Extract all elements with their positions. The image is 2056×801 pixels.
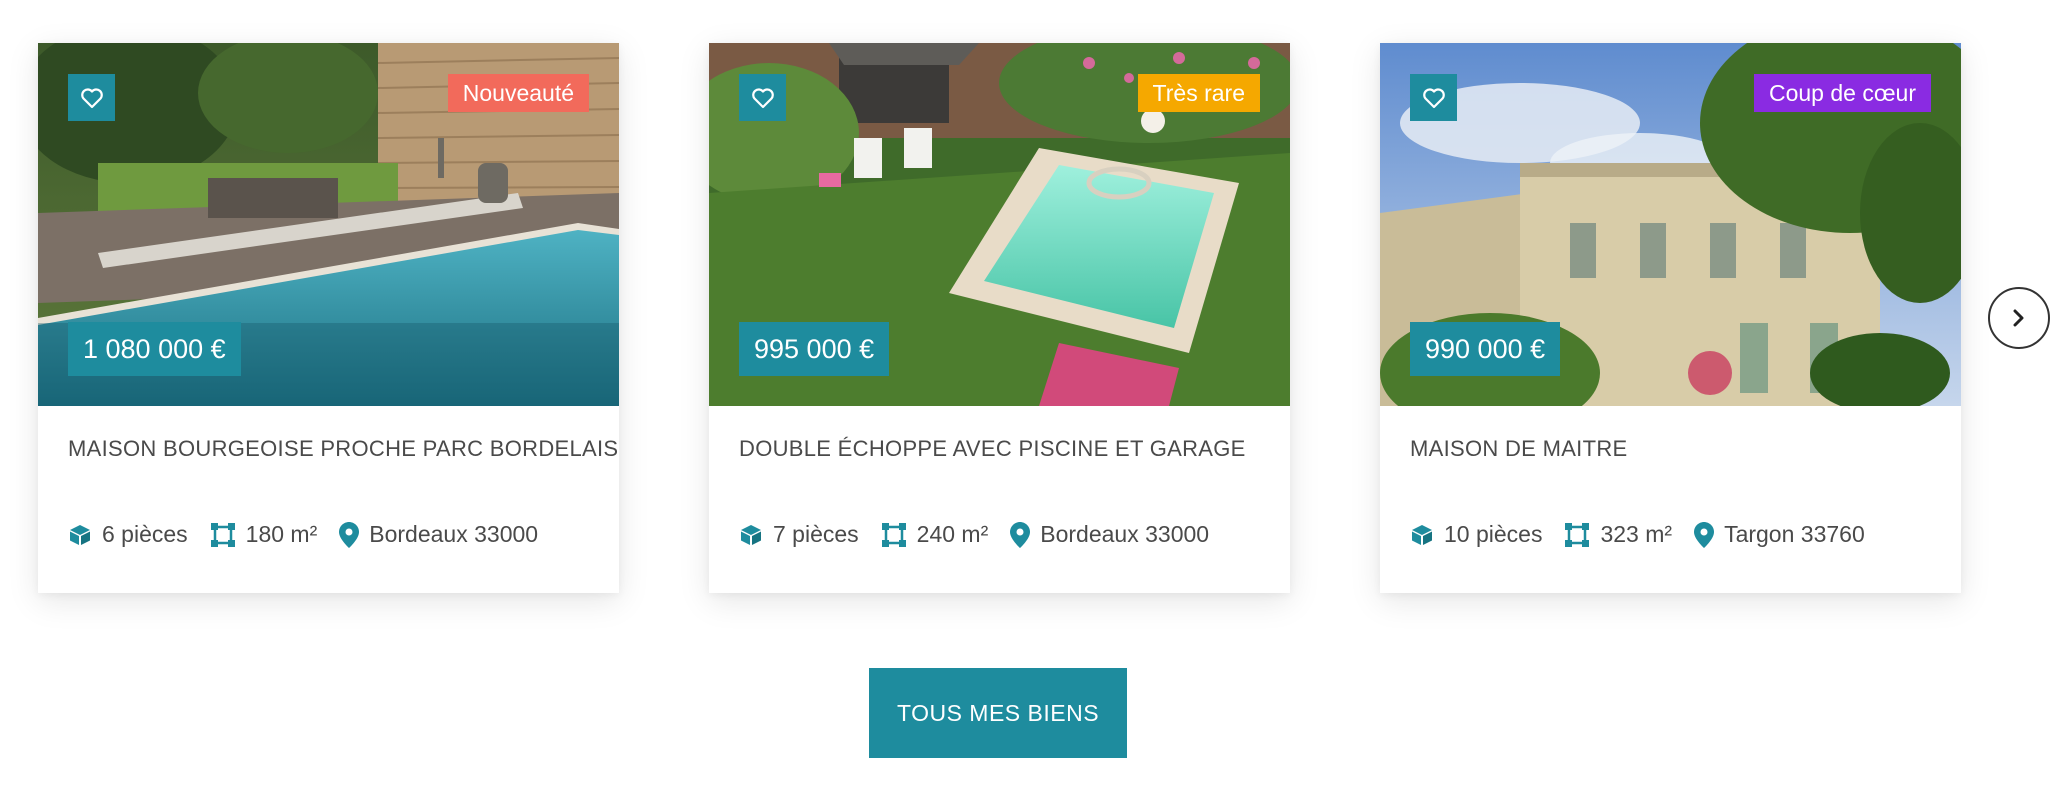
chevron-right-icon (2013, 309, 2024, 327)
listing-features: 7 pièces 240 m² Bordeaux 33000 (739, 521, 1231, 548)
listing-features: 10 pièces 323 m² Targon 33760 (1410, 521, 1887, 548)
area-feature: 240 m² (881, 521, 989, 548)
map-pin-icon (1694, 521, 1715, 548)
rooms-label: 6 pièces (102, 521, 188, 547)
location-feature: Bordeaux 33000 (339, 521, 538, 548)
area-feature: 180 m² (210, 521, 318, 548)
status-badge: Très rare (1137, 74, 1260, 112)
surface-icon (881, 522, 906, 547)
location-label: Targon 33760 (1724, 521, 1865, 547)
favorite-button[interactable] (739, 74, 786, 121)
status-badge: Nouveauté (447, 74, 589, 112)
listings-carousel: Nouveauté 1 080 000 € MAISON BOURGEOISE … (0, 0, 2056, 640)
cube-icon (1412, 524, 1432, 545)
area-feature: 323 m² (1564, 521, 1672, 548)
favorite-button[interactable] (1410, 74, 1457, 121)
location-feature: Targon 33760 (1694, 521, 1865, 548)
location-label: Bordeaux 33000 (1040, 521, 1210, 547)
location-feature: Bordeaux 33000 (1010, 521, 1209, 548)
map-pin-icon (339, 521, 360, 548)
area-label: 240 m² (916, 521, 989, 547)
location-label: Bordeaux 33000 (369, 521, 539, 547)
listing-title[interactable]: MAISON DE MAITRE (1410, 436, 1627, 462)
listing-title[interactable]: MAISON BOURGEOISE PROCHE PARC BORDELAIS (68, 436, 618, 462)
rooms-feature: 6 pièces (68, 521, 188, 548)
listing-card[interactable]: Nouveauté 1 080 000 € MAISON BOURGEOISE … (38, 43, 619, 593)
heart-icon (751, 87, 774, 108)
all-listings-button[interactable]: TOUS MES BIENS (869, 668, 1127, 758)
rooms-label: 10 pièces (1444, 521, 1543, 547)
heart-icon (1422, 87, 1445, 108)
surface-icon (210, 522, 235, 547)
heart-icon (80, 87, 103, 108)
surface-icon (1565, 522, 1590, 547)
status-badge: Coup de cœur (1753, 74, 1931, 112)
rooms-feature: 10 pièces (1410, 521, 1542, 548)
listing-price: 990 000 € (1410, 322, 1561, 376)
rooms-feature: 7 pièces (739, 521, 859, 548)
rooms-label: 7 pièces (773, 521, 859, 547)
cube-icon (741, 524, 761, 545)
listing-card[interactable]: Très rare 995 000 € DOUBLE ÉCHOPPE AVEC … (709, 43, 1290, 593)
area-label: 180 m² (245, 521, 318, 547)
listing-price: 1 080 000 € (68, 322, 241, 376)
listing-title[interactable]: DOUBLE ÉCHOPPE AVEC PISCINE ET GARAGE (739, 436, 1246, 462)
cube-icon (70, 524, 90, 545)
carousel-next-button[interactable] (1988, 287, 2050, 349)
favorite-button[interactable] (68, 74, 115, 121)
listing-features: 6 pièces 180 m² Bordeaux 33000 (68, 521, 560, 548)
listing-card[interactable]: Coup de cœur 990 000 € MAISON DE MAITRE … (1380, 43, 1961, 593)
area-label: 323 m² (1600, 521, 1673, 547)
listing-price: 995 000 € (739, 322, 890, 376)
map-pin-icon (1010, 521, 1031, 548)
